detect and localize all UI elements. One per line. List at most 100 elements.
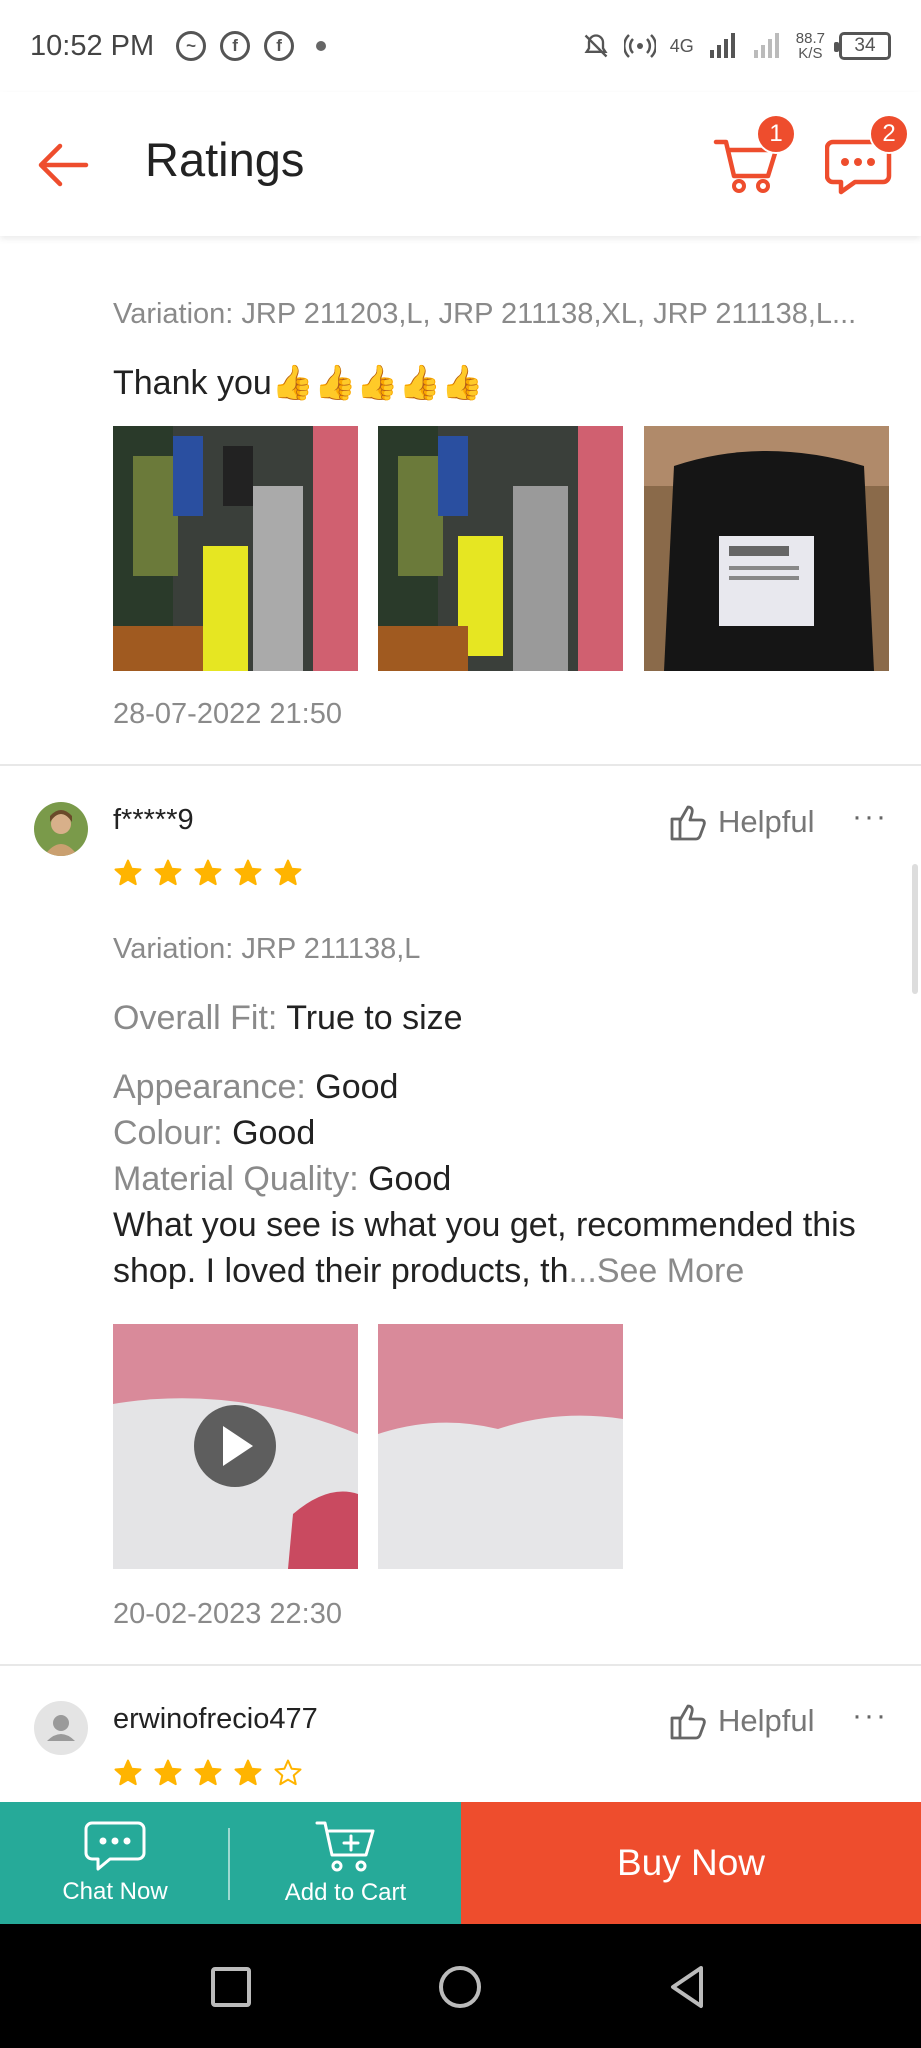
notification-dot-icon (316, 41, 327, 51)
back-icon[interactable] (665, 1964, 711, 2010)
speed-unit: K/S (798, 45, 823, 62)
star-filled-icon (233, 236, 263, 238)
page-title: Ratings (145, 133, 305, 186)
avatar[interactable] (34, 802, 88, 856)
helpful-label: Helpful (718, 804, 815, 839)
review-text: Thank you👍👍👍👍👍 (113, 364, 484, 402)
signal-icon (709, 33, 735, 58)
fabric-photo-image (378, 1324, 623, 1569)
helpful-label: Helpful (718, 1703, 815, 1738)
reviews-list[interactable]: Variation: JRP 211203,L, JRP 211138,XL, … (0, 236, 921, 1802)
star-filled-icon (154, 859, 182, 886)
add-to-cart-button[interactable]: Add to Cart (230, 1802, 461, 1924)
star-filled-icon (194, 1759, 222, 1786)
review-date: 20-02-2023 22:30 (113, 1598, 342, 1630)
review-video[interactable] (113, 1324, 358, 1569)
jersey-photo-image (378, 426, 623, 671)
review-photo[interactable] (378, 426, 623, 671)
star-filled-icon (194, 859, 222, 886)
helpful-button[interactable]: Helpful (668, 1701, 815, 1741)
star-filled-icon (193, 236, 223, 238)
chat-bubble-icon (84, 1821, 146, 1871)
mute-bell-icon (584, 34, 608, 58)
facebook-icon-2: f (264, 31, 295, 61)
more-options-button[interactable]: ··· (852, 1699, 888, 1733)
helpful-button[interactable]: Helpful (668, 802, 815, 842)
avatar-image (34, 802, 88, 856)
add-to-cart-icon (315, 1821, 374, 1872)
status-time: 10:52 PM (30, 29, 155, 62)
star-filled-icon (114, 859, 142, 886)
messenger-icon: ~ (176, 31, 207, 61)
rating-stars (113, 236, 303, 238)
reviewer-username: f*****9 (113, 804, 194, 836)
recent-apps-icon[interactable] (208, 1964, 254, 2010)
overall-fit-label: Overall Fit: (113, 999, 278, 1037)
review-photo[interactable] (378, 1324, 623, 1569)
jersey-photo-image (113, 426, 358, 671)
review-photo[interactable] (113, 426, 358, 671)
divider (0, 1664, 921, 1666)
rating-stars (113, 858, 303, 888)
variation-text: Variation: JRP 211138,L (113, 933, 421, 965)
facebook-icon: f (220, 31, 251, 61)
star-filled-icon (114, 1759, 142, 1786)
chat-badge: 2 (869, 114, 909, 154)
star-filled-icon (273, 236, 303, 238)
star-filled-icon (234, 1759, 262, 1786)
overall-fit-value: True to size (286, 999, 463, 1037)
network-type: 4G (669, 35, 694, 56)
home-icon[interactable] (437, 1964, 483, 2010)
bottom-action-bar: Chat Now Add to Cart Buy Now (0, 1802, 921, 1924)
material-label: Material Quality: (113, 1160, 359, 1198)
system-nav-bar (0, 1924, 921, 2048)
hotspot-icon (623, 34, 656, 58)
video-thumbnail-image (113, 1324, 358, 1569)
chat-button[interactable]: 2 (824, 114, 909, 198)
battery-icon: 34 (834, 32, 891, 60)
appearance-label: Appearance: (113, 1068, 306, 1106)
buy-now-button[interactable]: Buy Now (461, 1802, 921, 1924)
colour-value: Good (232, 1114, 316, 1152)
star-filled-icon (154, 1759, 182, 1786)
cart-button[interactable]: 1 (712, 114, 796, 198)
network-speed: 88.7 K/S (796, 31, 825, 61)
signal-icon-2 (753, 33, 779, 58)
colour-label: Colour: (113, 1114, 223, 1152)
review-text: What you see is what you get, recommende… (113, 1206, 856, 1244)
thumbs-up-icon (670, 805, 706, 841)
star-filled-icon (234, 859, 262, 886)
default-avatar-icon (47, 1715, 75, 1741)
chat-now-label: Chat Now (62, 1878, 168, 1905)
star-filled-icon (113, 236, 143, 238)
status-bar: 10:52 PM ~ f f 4G 88.7 K/S 34 (0, 0, 921, 92)
overall-fit-row: Overall Fit: True to size (113, 995, 463, 1041)
appearance-value: Good (315, 1068, 399, 1106)
status-right: 4G 88.7 K/S 34 (582, 31, 891, 61)
back-arrow-icon[interactable] (34, 136, 92, 194)
star-filled-icon (274, 859, 302, 886)
review-date: 28-07-2022 21:50 (113, 698, 342, 730)
app-bar: Ratings 1 2 (0, 92, 921, 236)
see-more-link[interactable]: ...See More (568, 1252, 744, 1290)
review-text-line-2: shop. I loved their products, th...See M… (113, 1248, 744, 1294)
cart-badge: 1 (756, 114, 796, 154)
thumbs-up-icon (670, 1704, 706, 1740)
divider (0, 764, 921, 766)
package-photo-image (644, 426, 889, 671)
avatar[interactable] (34, 1701, 88, 1755)
more-options-button[interactable]: ··· (852, 800, 888, 834)
chat-now-button[interactable]: Chat Now (0, 1802, 230, 1924)
material-value: Good (368, 1160, 452, 1198)
speed-value: 88.7 (795, 30, 825, 47)
scrollbar[interactable] (912, 864, 918, 994)
reviewer-username: erwinofrecio477 (113, 1703, 318, 1735)
variation-text: Variation: JRP 211203,L, JRP 211138,XL, … (113, 298, 857, 330)
add-to-cart-label: Add to Cart (284, 1879, 407, 1906)
rating-stars (113, 1758, 303, 1788)
star-empty-icon (274, 1759, 302, 1786)
material-row: Material Quality: Good (113, 1156, 451, 1202)
star-filled-icon (153, 236, 183, 238)
colour-row: Colour: Good (113, 1110, 315, 1156)
review-photo[interactable] (644, 426, 889, 671)
